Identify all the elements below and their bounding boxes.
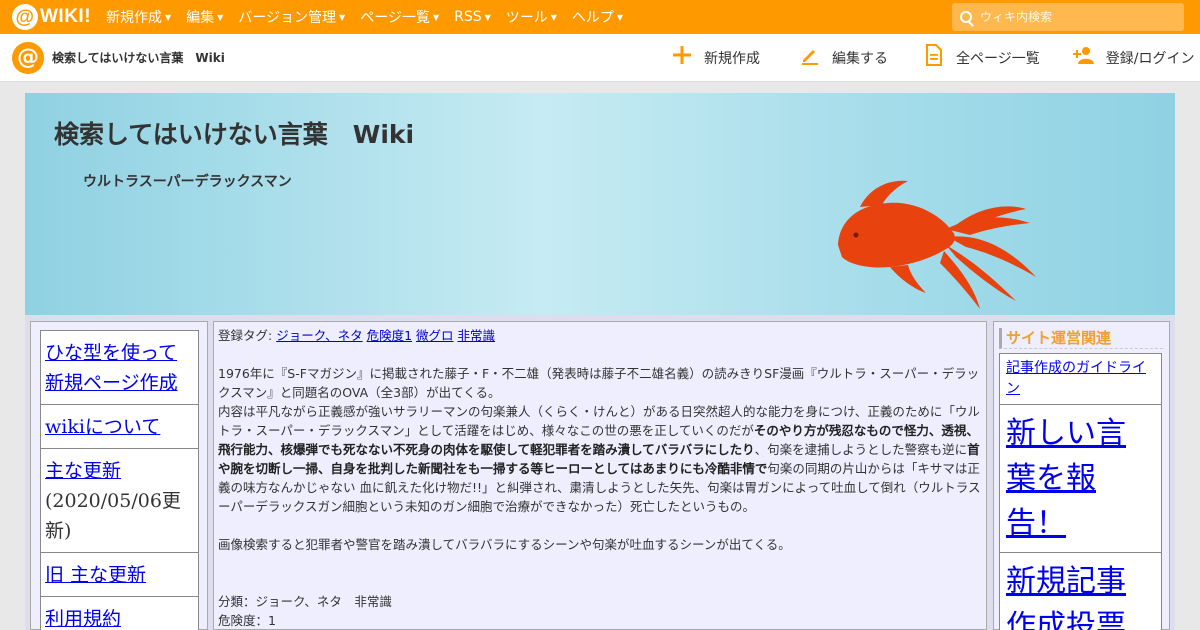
- top-menu: 新規作成 ▼ 編集 ▼ バージョン管理 ▼ ページ一覧 ▼ RSS ▼ ツール ▼ ヘルプ ▼: [106, 7, 638, 27]
- left-menu-item: 主な更新 (2020/05/06更新): [41, 449, 198, 553]
- wiki-title[interactable]: 検索してはいけない言葉 Wiki: [54, 115, 414, 151]
- right-menu-item: 新規記事作成投票: [1000, 553, 1161, 630]
- pencil-icon: [798, 45, 822, 71]
- tag-link[interactable]: 非常識: [458, 328, 496, 343]
- report-new-word-link[interactable]: 新しい言葉を報告！: [1006, 416, 1126, 541]
- menu-tools[interactable]: ツール ▼: [506, 7, 557, 27]
- caret-down-icon: ▼: [616, 12, 624, 22]
- old-updates-link[interactable]: 旧 主な更新: [45, 564, 146, 586]
- new-article-vote-link[interactable]: 新規記事作成投票: [1006, 564, 1126, 630]
- new-page-button[interactable]: 新規作成: [670, 45, 760, 71]
- new-page-from-template-link[interactable]: ひな型を使って新規ページ作成: [45, 342, 178, 394]
- menu-edit-label: 編集: [186, 10, 215, 26]
- tags-label: 登録タグ:: [218, 328, 273, 343]
- article-body: 登録タグ: ジョーク、ネタ 危険度1 微グロ 非常識 1976年に『S-Fマガジ…: [213, 321, 987, 630]
- paragraph-text: 、句楽を逮捕しようとした警察も逆に: [754, 442, 968, 457]
- article-paragraph: 1976年に『S-Fマガジン』に掲載された藤子・F・不二雄（発表時は藤子不二雄名…: [218, 366, 980, 400]
- caret-down-icon: ▼: [339, 12, 346, 22]
- tag-line: 登録タグ: ジョーク、ネタ 危険度1 微グロ 非常識: [218, 326, 982, 345]
- edit-page-label: 編集する: [832, 51, 888, 67]
- search-icon[interactable]: [960, 11, 972, 23]
- left-sidebar: ひな型を使って新規ページ作成 wikiについて 主な更新 (2020/05/06更…: [30, 321, 208, 630]
- menu-tools-label: ツール: [505, 10, 548, 26]
- plus-icon: [670, 45, 694, 71]
- tag-link[interactable]: ジョーク、ネタ: [276, 328, 362, 343]
- right-sidebar: サイト運営関連 記事作成のガイドライン 新しい言葉を報告！ 新規記事作成投票: [993, 321, 1170, 630]
- caret-down-icon: ▼: [217, 12, 224, 22]
- site-name[interactable]: 検索してはいけない言葉 Wiki: [52, 49, 225, 66]
- caret-down-icon: ▼: [432, 12, 440, 22]
- menu-version[interactable]: バージョン管理 ▼: [238, 7, 345, 27]
- right-menu-item: 新しい言葉を報告！: [1000, 405, 1161, 553]
- menu-help[interactable]: ヘルプ ▼: [572, 7, 623, 27]
- recent-updates-link[interactable]: 主な更新: [45, 460, 121, 482]
- about-wiki-link[interactable]: wikiについて: [45, 416, 160, 438]
- logo-text: WIKI!: [40, 6, 92, 27]
- wiki-search-box[interactable]: [952, 3, 1184, 31]
- menu-new-label: 新規作成: [106, 10, 162, 26]
- left-menu-item: 旧 主な更新: [41, 553, 198, 597]
- menu-help-label: ヘルプ: [571, 10, 614, 26]
- caret-down-icon: ▼: [165, 12, 172, 22]
- right-menu-item: 記事作成のガイドライン: [1000, 354, 1161, 405]
- menu-rss-label: RSS: [454, 9, 482, 25]
- edit-page-button[interactable]: 編集する: [798, 45, 888, 71]
- new-page-label: 新規作成: [704, 51, 760, 67]
- user-add-icon: [1072, 45, 1096, 71]
- guideline-link[interactable]: 記事作成のガイドライン: [1006, 360, 1146, 397]
- register-login-button[interactable]: 登録/ログイン: [1072, 45, 1195, 71]
- left-menu-item: ひな型を使って新規ページ作成: [41, 331, 198, 405]
- menu-page-list-label: ページ一覧: [360, 10, 430, 26]
- right-menu: 記事作成のガイドライン 新しい言葉を報告！ 新規記事作成投票: [999, 353, 1162, 630]
- menu-edit[interactable]: 編集 ▼: [186, 7, 223, 27]
- search-input[interactable]: [980, 10, 1175, 24]
- goldfish-illustration: [838, 180, 1036, 309]
- menu-page-list[interactable]: ページ一覧 ▼: [360, 7, 439, 27]
- at-mark-icon: @: [12, 4, 38, 30]
- atwiki-logo[interactable]: @ WIKI!: [12, 4, 92, 30]
- all-pages-button[interactable]: 全ページ一覧: [922, 44, 1040, 72]
- left-menu-item: wikiについて: [41, 405, 198, 449]
- menu-rss[interactable]: RSS ▼: [454, 7, 491, 27]
- category-line: 分類：ジョーク、ネタ 非常識: [218, 594, 392, 609]
- terms-link[interactable]: 利用規約: [45, 608, 121, 630]
- site-admin-heading: サイト運営関連: [999, 328, 1163, 349]
- top-navigation-bar: @ WIKI! 新規作成 ▼ 編集 ▼ バージョン管理 ▼ ページ一覧 ▼ RSS ▼ ツ…: [0, 0, 1200, 34]
- article-paragraph: 内容は平凡ながら正義感が強いサラリーマンの句楽兼人（くらく・けんと）がある日突然…: [218, 402, 982, 516]
- all-pages-label: 全ページ一覧: [956, 51, 1040, 67]
- recent-updates-date: (2020/05/06更新): [45, 490, 181, 542]
- wiki-header-banner: 検索してはいけない言葉 Wiki ウルトラスーパーデラックスマン: [25, 93, 1175, 315]
- tag-link[interactable]: 微グロ: [416, 328, 454, 343]
- tag-link[interactable]: 危険度1: [367, 328, 412, 343]
- page-title: ウルトラスーパーデラックスマン: [83, 174, 292, 190]
- register-login-label: 登録/ログイン: [1105, 51, 1195, 67]
- article-paragraph: 画像検索すると犯罪者や警官を踏み潰してバラバラにするシーンや句楽が吐血するシーン…: [218, 537, 791, 552]
- header-actions: 新規作成 編集する 全ページ一覧 登録/ログイン: [670, 34, 1194, 82]
- danger-level-line: 危険度：1: [218, 613, 276, 628]
- menu-version-label: バージョン管理: [238, 10, 337, 26]
- left-menu-item: 利用規約: [41, 597, 198, 630]
- menu-new[interactable]: 新規作成 ▼: [106, 7, 171, 27]
- site-logo-icon[interactable]: @: [12, 41, 44, 74]
- page-list-icon: [922, 44, 946, 72]
- left-menu: ひな型を使って新規ページ作成 wikiについて 主な更新 (2020/05/06更…: [40, 330, 199, 630]
- caret-down-icon: ▼: [484, 12, 491, 22]
- caret-down-icon: ▼: [550, 12, 557, 22]
- site-header-bar: @ 検索してはいけない言葉 Wiki 新規作成 編集する 全ページ一覧 登録/ロ…: [0, 34, 1200, 82]
